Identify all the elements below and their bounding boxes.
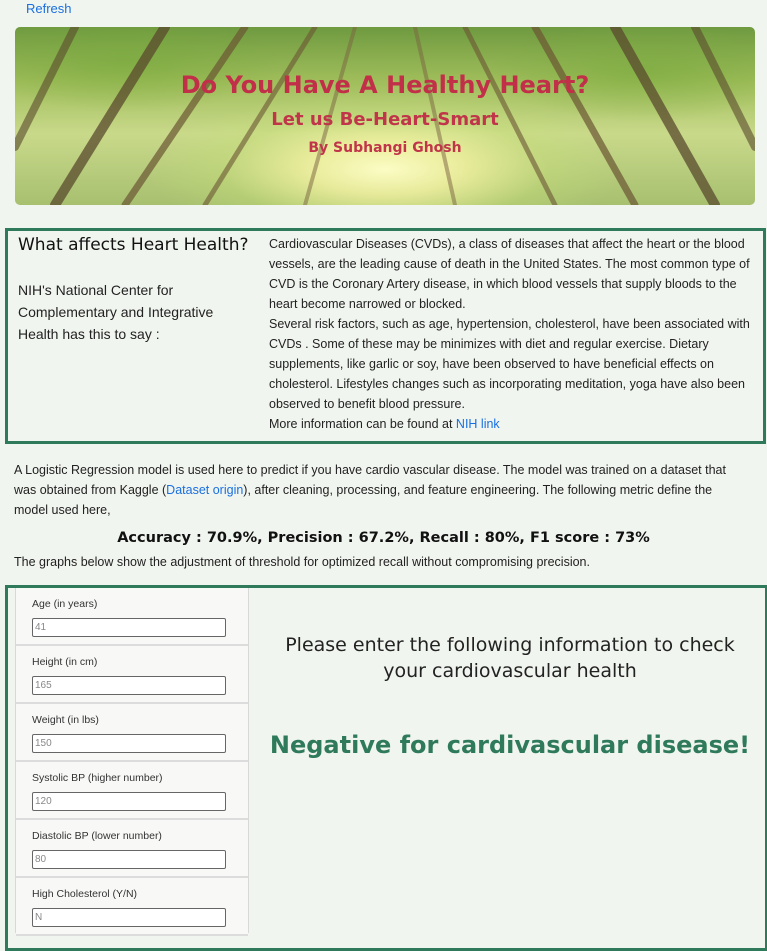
cholesterol-label: High Cholesterol (Y/N): [32, 888, 138, 900]
info-paragraph-2: Several risk factors, such as age, hyper…: [269, 317, 750, 411]
nih-link[interactable]: NIH link: [456, 417, 500, 431]
height-label: Height (in cm): [32, 656, 98, 668]
systolic-bp-field: Systolic BP (higher number): [16, 762, 248, 820]
prediction-result: Negative for cardivascular disease!: [269, 731, 751, 759]
info-source-intro: NIH's National Center for Complementary …: [18, 282, 214, 342]
health-input-form: Age (in years) Height (in cm) Weight (in…: [15, 588, 249, 936]
model-metrics: Accuracy : 70.9%, Precision : 67.2%, Rec…: [117, 530, 650, 546]
age-label: Age (in years): [32, 598, 98, 610]
weight-field: Weight (in lbs): [16, 704, 248, 762]
age-field: Age (in years): [16, 588, 248, 646]
banner-subtitle: Let us Be-Heart-Smart: [271, 109, 499, 130]
age-input[interactable]: [32, 618, 226, 637]
systolic-bp-input[interactable]: [32, 792, 226, 811]
weight-label: Weight (in lbs): [32, 714, 99, 726]
banner-author: By Subhangi Ghosh: [308, 140, 462, 156]
info-paragraph-1: Cardiovascular Diseases (CVDs), a class …: [269, 237, 750, 311]
banner-title: Do You Have A Healthy Heart?: [180, 71, 590, 99]
diastolic-bp-label: Diastolic BP (lower number): [32, 830, 162, 842]
graphs-note: The graphs below show the adjustment of …: [14, 555, 590, 569]
info-body: Cardiovascular Diseases (CVDs), a class …: [269, 234, 751, 434]
diastolic-bp-input[interactable]: [32, 850, 226, 869]
height-field: Height (in cm): [16, 646, 248, 704]
systolic-bp-label: Systolic BP (higher number): [32, 772, 163, 784]
info-more-line: More information can be found at NIH lin…: [269, 414, 751, 434]
model-description: A Logistic Regression model is used here…: [14, 460, 749, 520]
cholesterol-input[interactable]: [32, 908, 226, 927]
weight-input[interactable]: [32, 734, 226, 753]
header-banner: Do You Have A Healthy Heart? Let us Be-H…: [15, 27, 755, 205]
height-input[interactable]: [32, 676, 226, 695]
info-more-prefix: More information can be found at: [269, 417, 456, 431]
diastolic-bp-field: Diastolic BP (lower number): [16, 820, 248, 878]
refresh-link[interactable]: Refresh: [26, 1, 72, 16]
info-heading: What affects Heart Health?: [18, 235, 249, 255]
heart-health-info-panel: What affects Heart Health? NIH's Nationa…: [5, 228, 766, 444]
input-prompt: Please enter the following information t…: [285, 634, 735, 682]
dataset-origin-link[interactable]: Dataset origin: [166, 483, 243, 497]
cholesterol-field: High Cholesterol (Y/N): [16, 878, 248, 936]
